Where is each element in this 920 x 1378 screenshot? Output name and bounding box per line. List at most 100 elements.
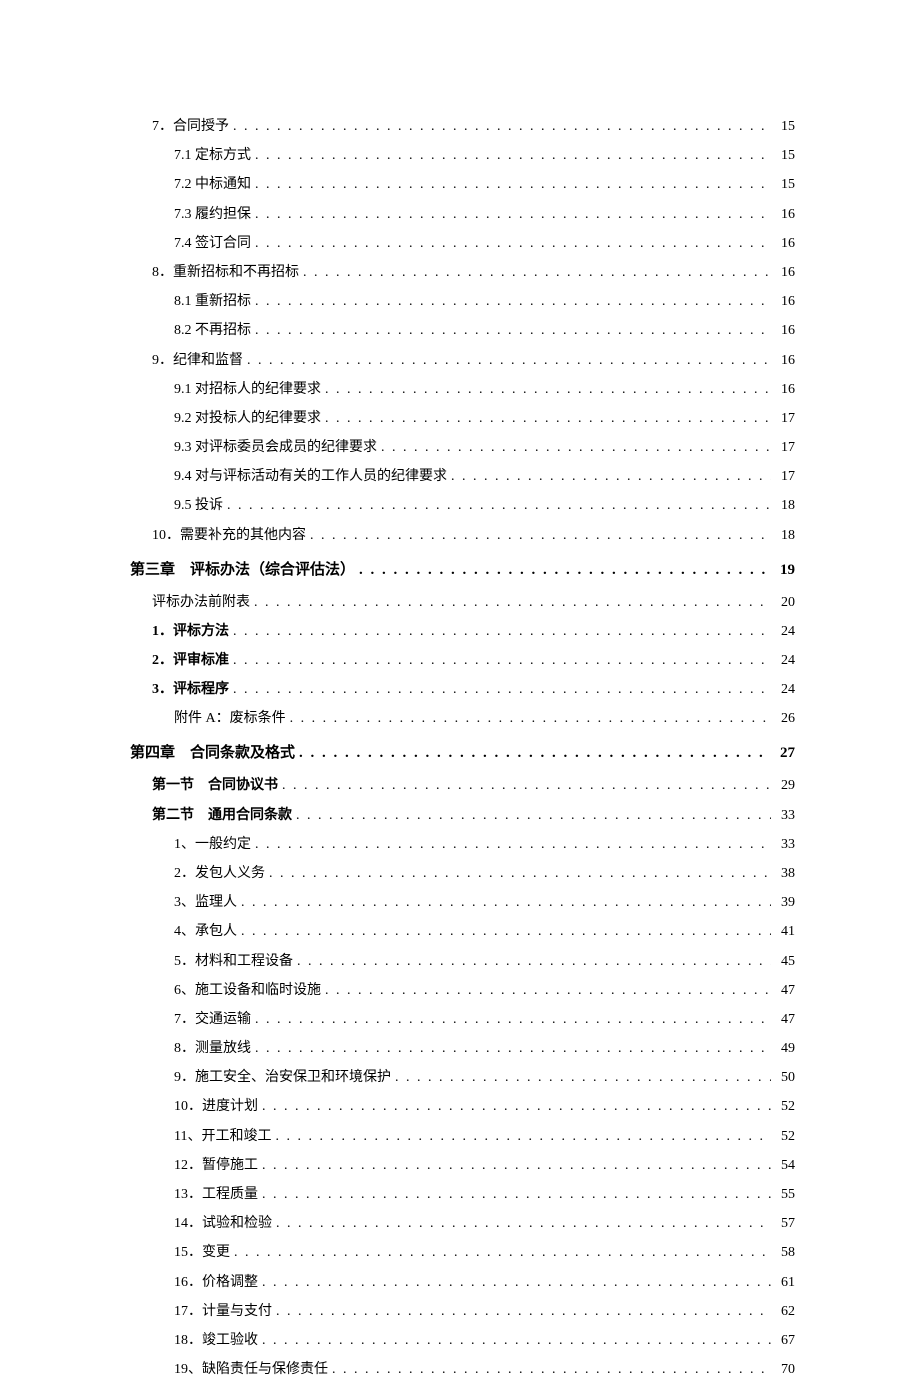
- toc-entry: 7．交通运输. . . . . . . . . . . . . . . . . …: [130, 1008, 795, 1028]
- toc-leader-dots: . . . . . . . . . . . . . . . . . . . . …: [262, 1187, 771, 1203]
- toc-leader-dots: . . . . . . . . . . . . . . . . . . . . …: [325, 983, 771, 999]
- toc-label: 15．变更: [174, 1241, 230, 1261]
- toc-label: 19、缺陷责任与保修责任: [174, 1358, 328, 1378]
- toc-entry: 9.5 投诉. . . . . . . . . . . . . . . . . …: [130, 494, 795, 514]
- toc-entry: 14．试验和检验. . . . . . . . . . . . . . . . …: [130, 1212, 795, 1232]
- toc-label: 8．测量放线: [174, 1037, 251, 1057]
- toc-entry: 9．施工安全、治安保卫和环境保护. . . . . . . . . . . . …: [130, 1066, 795, 1086]
- toc-leader-dots: . . . . . . . . . . . . . . . . . . . . …: [233, 119, 771, 135]
- toc-leader-dots: . . . . . . . . . . . . . . . . . . . . …: [451, 469, 771, 485]
- toc-label: 3、监理人: [174, 891, 237, 911]
- toc-leader-dots: . . . . . . . . . . . . . . . . . . . . …: [275, 1129, 771, 1145]
- toc-page-number: 16: [775, 382, 795, 398]
- toc-page-number: 16: [775, 323, 795, 339]
- toc-label: 14．试验和检验: [174, 1212, 272, 1232]
- toc-label: 7．交通运输: [174, 1008, 251, 1028]
- toc-entry: 13．工程质量. . . . . . . . . . . . . . . . .…: [130, 1183, 795, 1203]
- toc-entry: 9．纪律和监督. . . . . . . . . . . . . . . . .…: [130, 349, 795, 369]
- toc-entry: 19、缺陷责任与保修责任. . . . . . . . . . . . . . …: [130, 1358, 795, 1378]
- toc-label: 11、开工和竣工: [174, 1125, 271, 1145]
- toc-page-number: 16: [775, 294, 795, 310]
- toc-leader-dots: . . . . . . . . . . . . . . . . . . . . …: [276, 1216, 771, 1232]
- toc-label: 附件 A：废标条件: [174, 707, 286, 727]
- toc-leader-dots: . . . . . . . . . . . . . . . . . . . . …: [395, 1070, 771, 1086]
- toc-leader-dots: . . . . . . . . . . . . . . . . . . . . …: [297, 954, 771, 970]
- toc-entry: 9.3 对评标委员会成员的纪律要求. . . . . . . . . . . .…: [130, 436, 795, 456]
- toc-page-number: 24: [775, 653, 795, 669]
- toc-page-number: 16: [775, 353, 795, 369]
- toc-page-number: 45: [775, 954, 795, 970]
- toc-label: 2．发包人义务: [174, 862, 265, 882]
- toc-label: 5．材料和工程设备: [174, 950, 293, 970]
- toc-page-number: 17: [775, 440, 795, 456]
- toc-label: 1、一般约定: [174, 833, 251, 853]
- toc-leader-dots: . . . . . . . . . . . . . . . . . . . . …: [255, 1041, 771, 1057]
- toc-entry: 8．重新招标和不再招标. . . . . . . . . . . . . . .…: [130, 261, 795, 281]
- toc-leader-dots: . . . . . . . . . . . . . . . . . . . . …: [262, 1275, 771, 1291]
- toc-entry: 2．发包人义务. . . . . . . . . . . . . . . . .…: [130, 862, 795, 882]
- toc-leader-dots: . . . . . . . . . . . . . . . . . . . . …: [359, 562, 771, 579]
- toc-label: 7.4 签订合同: [174, 232, 251, 252]
- toc-label: 2．评审标准: [152, 649, 229, 669]
- toc-entry: 11、开工和竣工. . . . . . . . . . . . . . . . …: [130, 1125, 795, 1145]
- toc-leader-dots: . . . . . . . . . . . . . . . . . . . . …: [262, 1158, 771, 1174]
- toc-page-number: 61: [775, 1275, 795, 1291]
- toc-entry: 17．计量与支付. . . . . . . . . . . . . . . . …: [130, 1300, 795, 1320]
- toc-page-number: 16: [775, 236, 795, 252]
- toc-page-number: 16: [775, 207, 795, 223]
- toc-label: 第二节 通用合同条款: [152, 804, 292, 824]
- toc-label: 18．竣工验收: [174, 1329, 258, 1349]
- toc-entry: 7.2 中标通知. . . . . . . . . . . . . . . . …: [130, 173, 795, 193]
- toc-page-number: 58: [775, 1245, 795, 1261]
- toc-leader-dots: . . . . . . . . . . . . . . . . . . . . …: [255, 207, 771, 223]
- toc-page-number: 33: [775, 808, 795, 824]
- toc-leader-dots: . . . . . . . . . . . . . . . . . . . . …: [276, 1304, 771, 1320]
- toc-page-number: 17: [775, 411, 795, 427]
- toc-label: 7.3 履约担保: [174, 203, 251, 223]
- toc-label: 8.1 重新招标: [174, 290, 251, 310]
- toc-entry: 第三章 评标办法（综合评估法）. . . . . . . . . . . . .…: [130, 558, 795, 579]
- toc-page-number: 19: [775, 562, 795, 579]
- toc-label: 8.2 不再招标: [174, 319, 251, 339]
- toc-leader-dots: . . . . . . . . . . . . . . . . . . . . …: [255, 294, 771, 310]
- toc-leader-dots: . . . . . . . . . . . . . . . . . . . . …: [381, 440, 771, 456]
- toc-label: 6、施工设备和临时设施: [174, 979, 321, 999]
- toc-leader-dots: . . . . . . . . . . . . . . . . . . . . …: [234, 1245, 771, 1261]
- toc-entry: 附件 A：废标条件. . . . . . . . . . . . . . . .…: [130, 707, 795, 727]
- toc-label: 16．价格调整: [174, 1271, 258, 1291]
- toc-page-number: 39: [775, 895, 795, 911]
- toc-entry: 5．材料和工程设备. . . . . . . . . . . . . . . .…: [130, 950, 795, 970]
- toc-entry: 7.3 履约担保. . . . . . . . . . . . . . . . …: [130, 203, 795, 223]
- toc-entry: 10．需要补充的其他内容. . . . . . . . . . . . . . …: [130, 524, 795, 544]
- toc-page-number: 52: [775, 1129, 795, 1145]
- toc-label: 10．需要补充的其他内容: [152, 524, 306, 544]
- toc-leader-dots: . . . . . . . . . . . . . . . . . . . . …: [255, 323, 771, 339]
- toc-leader-dots: . . . . . . . . . . . . . . . . . . . . …: [282, 778, 771, 794]
- toc-label: 10．进度计划: [174, 1095, 258, 1115]
- toc-entry: 7．合同授予. . . . . . . . . . . . . . . . . …: [130, 115, 795, 135]
- toc-page-number: 49: [775, 1041, 795, 1057]
- toc-page-number: 33: [775, 837, 795, 853]
- toc-entry: 8．测量放线. . . . . . . . . . . . . . . . . …: [130, 1037, 795, 1057]
- toc-entry: 15．变更. . . . . . . . . . . . . . . . . .…: [130, 1241, 795, 1261]
- toc-leader-dots: . . . . . . . . . . . . . . . . . . . . …: [254, 595, 771, 611]
- toc-entry: 1、一般约定. . . . . . . . . . . . . . . . . …: [130, 833, 795, 853]
- toc-leader-dots: . . . . . . . . . . . . . . . . . . . . …: [262, 1099, 771, 1115]
- toc-page-number: 50: [775, 1070, 795, 1086]
- toc-entry: 9.4 对与评标活动有关的工作人员的纪律要求. . . . . . . . . …: [130, 465, 795, 485]
- toc-label: 9.5 投诉: [174, 494, 223, 514]
- toc-entry: 1．评标方法. . . . . . . . . . . . . . . . . …: [130, 620, 795, 640]
- toc-label: 7．合同授予: [152, 115, 229, 135]
- toc-leader-dots: . . . . . . . . . . . . . . . . . . . . …: [255, 1012, 771, 1028]
- toc-leader-dots: . . . . . . . . . . . . . . . . . . . . …: [255, 837, 771, 853]
- table-of-contents: 7．合同授予. . . . . . . . . . . . . . . . . …: [130, 115, 795, 1378]
- toc-page-number: 38: [775, 866, 795, 882]
- toc-entry: 第一节 合同协议书. . . . . . . . . . . . . . . .…: [130, 774, 795, 794]
- toc-leader-dots: . . . . . . . . . . . . . . . . . . . . …: [296, 808, 771, 824]
- toc-page-number: 29: [775, 778, 795, 794]
- toc-entry: 3、监理人. . . . . . . . . . . . . . . . . .…: [130, 891, 795, 911]
- toc-label: 12．暂停施工: [174, 1154, 258, 1174]
- toc-page-number: 41: [775, 924, 795, 940]
- toc-leader-dots: . . . . . . . . . . . . . . . . . . . . …: [325, 411, 771, 427]
- toc-entry: 6、施工设备和临时设施. . . . . . . . . . . . . . .…: [130, 979, 795, 999]
